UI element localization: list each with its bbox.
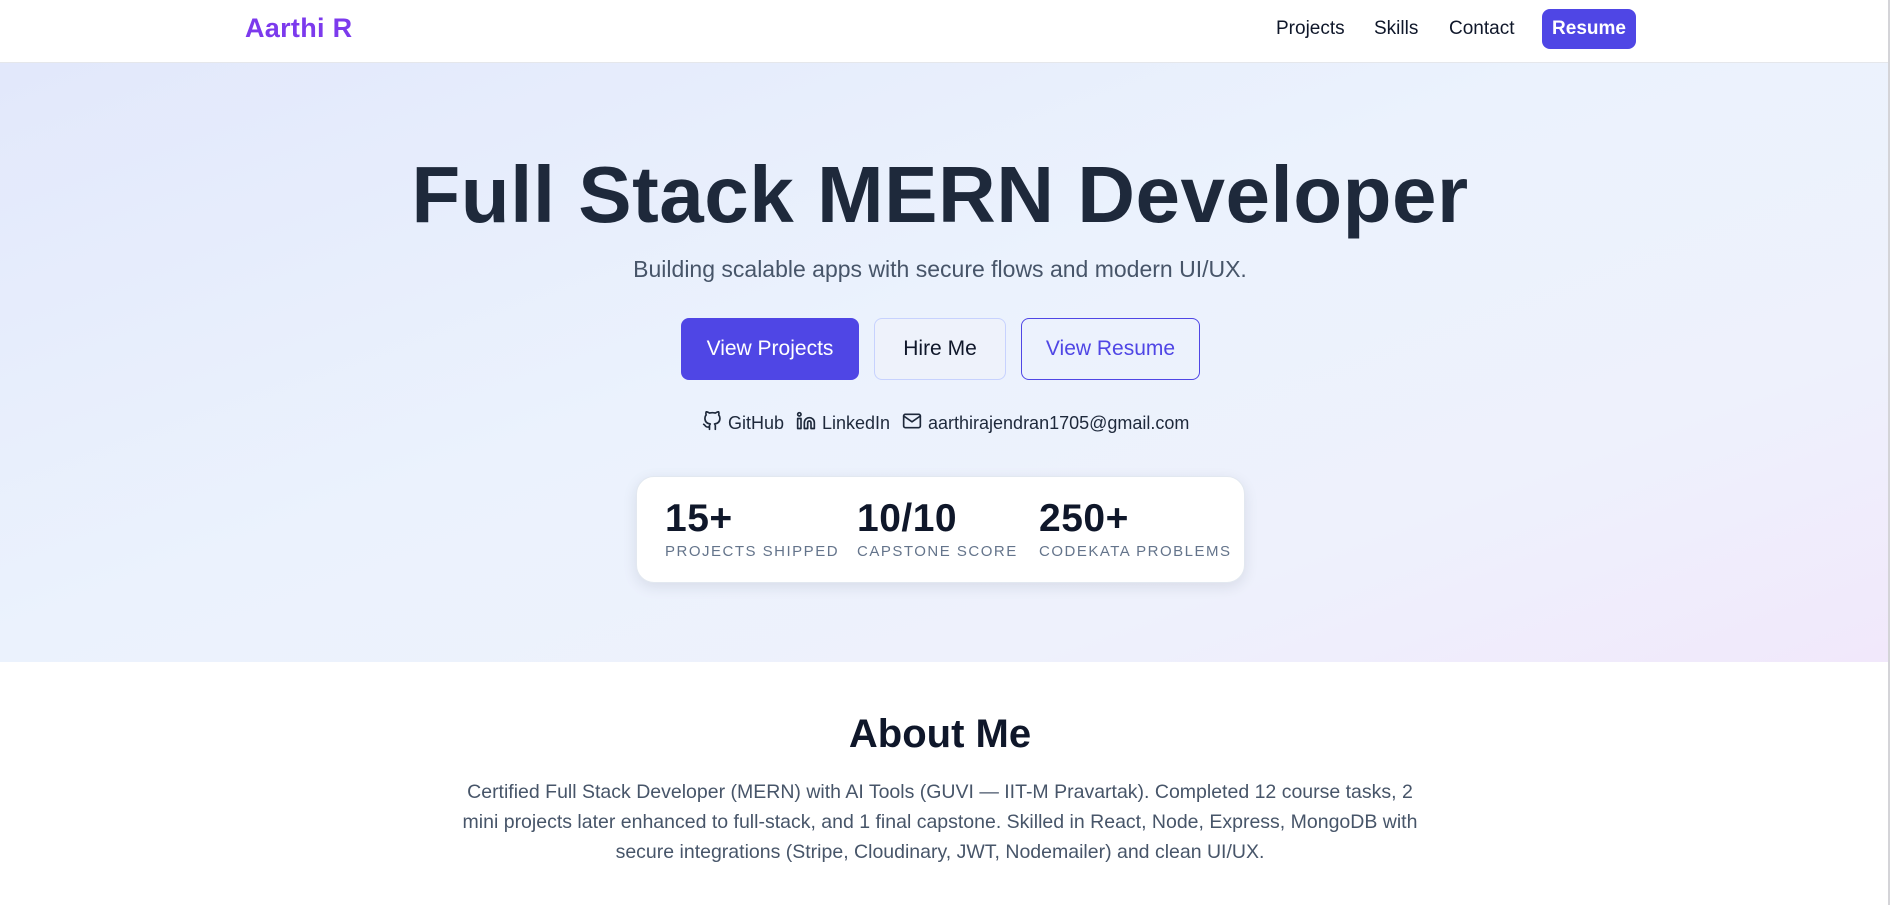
nav-link-contact[interactable]: Contact — [1449, 18, 1514, 40]
stats-card: 15+ PROJECTS SHIPPED 10/10 CAPSTONE SCOR… — [636, 476, 1245, 583]
about-text: Certified Full Stack Developer (MERN) wi… — [462, 781, 1418, 863]
linkedin-link[interactable]: LinkedIn — [796, 411, 890, 436]
nav-link-projects[interactable]: Projects — [1276, 18, 1345, 40]
hero-title: Full Stack MERN Developer — [411, 150, 1469, 239]
stat-value: 250+ — [1039, 497, 1129, 540]
linkedin-label: LinkedIn — [822, 413, 891, 433]
nav-resume-button[interactable]: Resume — [1542, 9, 1636, 49]
hero-section: Full Stack MERN Developer Building scala… — [0, 63, 1890, 662]
github-label: GitHub — [728, 413, 785, 433]
email-link[interactable]: aarthirajendran1705@gmail.com — [902, 411, 1189, 436]
view-resume-button[interactable]: View Resume — [1021, 318, 1200, 380]
stat-value: 15+ — [665, 497, 733, 540]
stat-value: 10/10 — [857, 497, 958, 540]
stat-capstone: 10/10 CAPSTONE SCORE — [857, 497, 1018, 560]
stat-projects: 15+ PROJECTS SHIPPED — [665, 497, 839, 560]
hero-subtitle: Building scalable apps with secure flows… — [633, 256, 1247, 282]
top-navbar: Aarthi R Projects Skills Contact Resume — [0, 0, 1890, 63]
stat-codekata: 250+ CODEKATA PROBLEMS — [1039, 497, 1232, 560]
stat-label: CAPSTONE SCORE — [857, 543, 1018, 560]
view-projects-button[interactable]: View Projects — [681, 318, 859, 380]
stat-label: CODEKATA PROBLEMS — [1039, 543, 1232, 560]
github-icon — [702, 410, 722, 436]
github-link[interactable]: GitHub — [702, 410, 785, 436]
email-label: aarthirajendran1705@gmail.com — [928, 413, 1190, 433]
nav-link-skills[interactable]: Skills — [1374, 18, 1418, 40]
mail-icon — [902, 411, 922, 436]
hire-me-button[interactable]: Hire Me — [874, 318, 1006, 380]
brand-logo[interactable]: Aarthi R — [245, 13, 352, 44]
about-title: About Me — [848, 712, 1032, 756]
stat-label: PROJECTS SHIPPED — [665, 543, 840, 560]
portfolio-page: Aarthi R Projects Skills Contact Resume … — [0, 0, 1890, 905]
linkedin-icon — [796, 411, 816, 436]
